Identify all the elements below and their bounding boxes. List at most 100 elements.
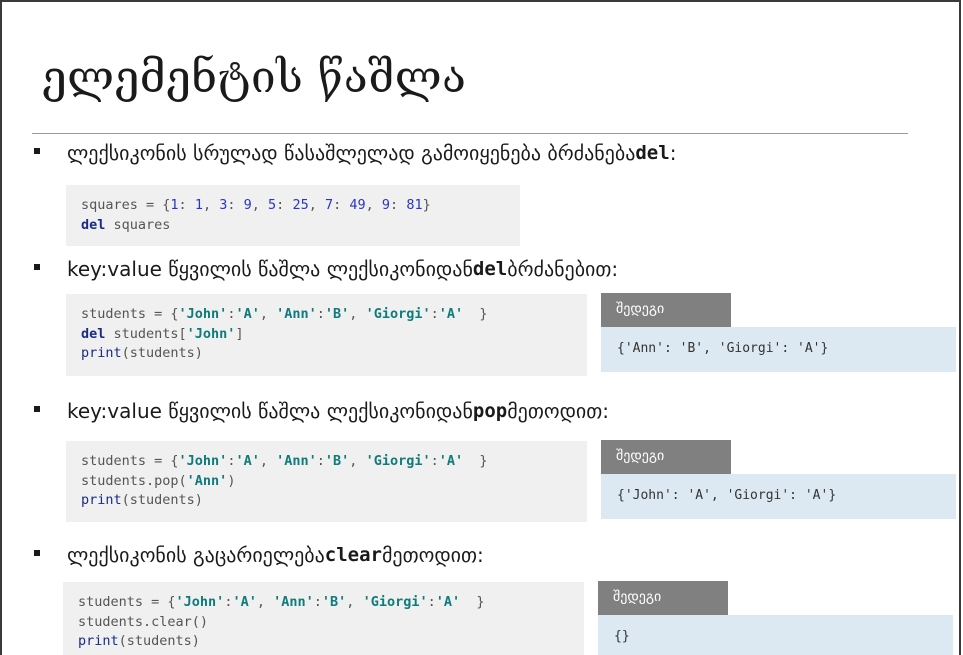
bullet-text-end: მეთოდით: [381,543,484,567]
code-token: : [316,453,325,469]
code-line: squares = {1: 1, 3: 9, 5: 25, 7: 49, 9: … [81,196,520,216]
title-divider [32,133,908,134]
code-line: del squares [81,216,520,236]
code-token: 'B' [324,306,350,322]
code-token: 'Ann' [186,472,228,489]
code-token: , [259,306,277,322]
bullet-keyword: del [472,258,508,280]
bullet-text-end: ბრძანებით: [507,257,619,281]
bullet-keyword: del [635,142,670,164]
code-token: 9 [243,197,252,213]
code-block-clear: students = {'John':'A', 'Ann':'B', 'Gior… [63,582,584,655]
code-token: 1 [194,197,203,213]
code-token: 'Giorgi' [365,306,431,322]
bullet-clear-dict: ლექსიკონის გაცარიელება clear მეთოდით: [34,543,484,567]
code-line: students = {'John':'A', 'Ann':'B', 'Gior… [81,452,587,472]
code-token: students = { [81,453,179,469]
code-line: students.clear() [78,613,584,633]
code-token: : [276,197,293,213]
bullet-text: key:value წყვილის წაშლა ლექსიკონიდან [67,399,473,423]
code-token: (students) [118,633,200,649]
code-token: 'B' [321,594,347,610]
code-token: students = { [78,594,176,610]
code-token: } [463,453,488,469]
code-token: del [81,216,106,233]
code-token: 1 [170,197,179,213]
code-token: students.pop( [81,472,187,489]
code-token: , [346,594,363,610]
code-token: del [81,325,106,342]
code-line: print(students) [81,344,587,364]
bullet-marker [34,406,40,412]
code-token: : [316,306,325,322]
code-token: 'A' [235,453,260,469]
code-token: } [463,306,488,322]
bullet-marker [34,148,40,154]
code-token: print [81,345,122,361]
result-label: შედეგი [601,440,731,474]
code-token: 81 [406,197,423,213]
code-token: 'A' [235,306,260,322]
code-token: ) [227,472,236,489]
result-label: შედეგი [598,581,728,615]
bullet-text: ლექსიკონის გაცარიელება [67,543,325,567]
code-token: 'A' [435,594,461,610]
code-token: , [308,197,325,213]
bullet-del-pair: key:value წყვილის წაშლა ლექსიკონიდან del… [34,257,618,281]
bullet-text: key:value წყვილის წაშლა ლექსიკონიდან [67,257,473,281]
code-token: 'John' [178,453,228,469]
code-token: , [365,197,382,213]
code-token: 'B' [324,453,350,469]
code-token: , [259,453,277,469]
code-token: 'John' [186,325,236,342]
code-token: squares = { [81,197,171,213]
code-token: 9 [381,197,391,213]
code-token: 'Ann' [273,594,314,610]
bullet-text: ლექსიკონის სრულად წასაშლელად გამოიყენება… [67,141,636,165]
code-token: students = { [81,306,179,322]
result-output: {'John': 'A', 'Giorgi': 'A'} [601,474,956,519]
bullet-text-end: მეთოდით: [507,399,610,423]
code-token: , [349,306,366,322]
bullet-keyword: clear [324,544,382,566]
code-token: 49 [349,197,366,213]
result-output: {} [598,615,953,655]
bullet-keyword: pop [472,400,508,422]
code-token: (students) [121,492,203,508]
code-token: 'John' [178,306,228,322]
code-token: : [430,453,439,469]
code-token: } [460,594,485,610]
code-token: : [390,197,407,213]
code-token: students.clear() [78,613,209,630]
code-token: 'Ann' [276,306,317,322]
code-token: ] [235,325,244,342]
code-token: 'A' [232,594,257,610]
result-output: {'Ann': 'B', 'Giorgi': 'A'} [601,327,956,372]
code-line: students = {'John':'A', 'Ann':'B', 'Gior… [78,593,584,613]
code-token: 7 [324,197,334,213]
code-token: : [430,306,439,322]
code-line: print(students) [78,632,584,652]
code-token: , [256,594,274,610]
code-token: (students) [121,345,203,361]
code-token: : [227,197,244,213]
code-token: 'John' [175,594,225,610]
code-token: 'Ann' [276,453,317,469]
bullet-pop-pair: key:value წყვილის წაშლა ლექსიკონიდან pop… [34,399,609,423]
code-token: students[ [105,325,187,342]
code-token: : [427,594,436,610]
code-token: squares [105,216,171,233]
code-block-del-pair: students = {'John':'A', 'Ann':'B', 'Gior… [66,294,587,376]
code-token: 'A' [438,453,464,469]
code-token: , [202,197,220,213]
code-line: students.pop('Ann') [81,472,587,492]
bullet-marker [34,550,40,556]
code-line: students = {'John':'A', 'Ann':'B', 'Gior… [81,305,587,325]
code-block-del-dict: squares = {1: 1, 3: 9, 5: 25, 7: 49, 9: … [66,185,520,246]
bullet-marker [34,264,40,270]
code-token: : [333,197,350,213]
code-block-pop: students = {'John':'A', 'Ann':'B', 'Gior… [66,441,587,522]
code-token: , [349,453,366,469]
code-token: : [313,594,322,610]
code-token: 5 [268,197,277,213]
